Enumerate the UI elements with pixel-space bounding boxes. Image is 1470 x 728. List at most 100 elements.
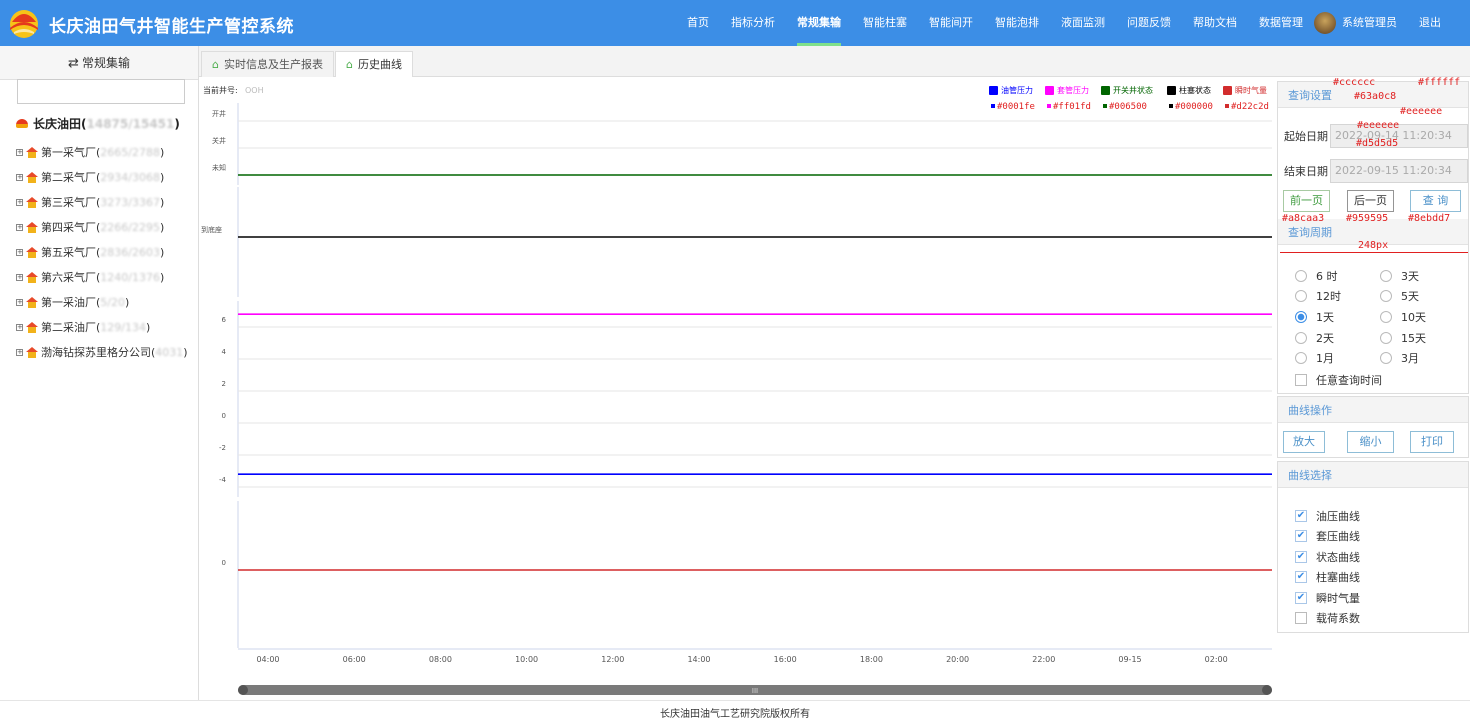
period-1m[interactable]: 1月 xyxy=(1295,350,1334,366)
expand-plus-icon[interactable]: + xyxy=(16,148,23,156)
tree-root-changqing[interactable]: 长庆油田(14875/15451) xyxy=(16,115,180,132)
next-page-button[interactable]: 后一页 xyxy=(1347,190,1394,212)
nav-smart-intermittent[interactable]: 智能间开 xyxy=(918,0,984,46)
tree-item-count: 1240/1376 xyxy=(100,270,160,284)
tree-search-input[interactable] xyxy=(17,79,185,104)
curve-plunger[interactable]: ✔ 柱塞曲线 xyxy=(1295,569,1360,585)
nav-user-admin[interactable]: 系统管理员 xyxy=(1340,0,1408,46)
radio-12h[interactable] xyxy=(1295,290,1307,302)
zoom-out-button[interactable]: 缩小 xyxy=(1347,431,1394,453)
checkbox-checked[interactable]: ✔ xyxy=(1295,551,1307,563)
end-date-label: 结束日期 xyxy=(1284,165,1328,178)
checkbox-checked[interactable]: ✔ xyxy=(1295,592,1307,604)
radio-5d[interactable] xyxy=(1380,290,1392,302)
tab-history-curve[interactable]: ⌂ 历史曲线 xyxy=(335,51,413,78)
legend-color-dot xyxy=(1103,104,1107,108)
checkbox-checked[interactable]: ✔ xyxy=(1295,530,1307,542)
tree-item[interactable]: + 第一采气厂(2665/2788) xyxy=(16,143,164,161)
zoom-in-button[interactable]: 放大 xyxy=(1283,431,1325,453)
radio-3m[interactable] xyxy=(1380,352,1392,364)
radio-1d[interactable] xyxy=(1295,311,1307,323)
x-tick-label: 06:00 xyxy=(343,655,366,664)
x-tick-label: 14:00 xyxy=(687,655,710,664)
period-15d[interactable]: 15天 xyxy=(1380,330,1426,346)
tree-item[interactable]: + 渤海钻探苏里格分公司(4031) xyxy=(16,343,188,361)
nav-level-monitor[interactable]: 液面监测 xyxy=(1050,0,1116,46)
curve-oil-pressure[interactable]: ✔ 油压曲线 xyxy=(1295,508,1360,524)
annotation-label: #959595 xyxy=(1346,213,1389,224)
curve-select-title: 曲线选择 xyxy=(1278,462,1468,488)
tree-item-close: ) xyxy=(125,295,130,309)
curve-casing-pressure[interactable]: ✔ 套压曲线 xyxy=(1295,528,1360,544)
period-12h[interactable]: 12时 xyxy=(1295,288,1341,304)
end-date-input[interactable]: 2022-09-15 11:20:34 xyxy=(1330,159,1468,183)
x-tick-label: 09-15 xyxy=(1118,655,1141,664)
tree-item-label: 第三采气厂( xyxy=(41,196,101,209)
legend-color-dot xyxy=(1047,104,1051,108)
scroll-left-handle[interactable] xyxy=(238,685,248,695)
tree-item[interactable]: + 第六采气厂(1240/1376) xyxy=(16,268,164,286)
expand-plus-icon[interactable]: + xyxy=(16,223,23,231)
nav-home[interactable]: 首页 xyxy=(676,0,720,46)
period-5d[interactable]: 5天 xyxy=(1380,288,1419,304)
custom-period-checkbox[interactable] xyxy=(1295,374,1307,386)
radio-10d[interactable] xyxy=(1380,311,1392,323)
curve-instant-gas[interactable]: ✔ 瞬时气量 xyxy=(1295,590,1360,606)
radio-3d[interactable] xyxy=(1380,270,1392,282)
end-date-row: 结束日期 2022-09-15 11:20:34 xyxy=(1284,159,1468,183)
checkbox-checked[interactable]: ✔ xyxy=(1295,510,1307,522)
tree-item[interactable]: + 第二采气厂(2934/3068) xyxy=(16,168,164,186)
expand-plus-icon[interactable]: + xyxy=(16,298,23,306)
y-tick-label: 关井 xyxy=(212,136,226,145)
nav-indicator-analysis[interactable]: 指标分析 xyxy=(720,0,786,46)
expand-plus-icon[interactable]: + xyxy=(16,248,23,256)
radio-15d[interactable] xyxy=(1380,332,1392,344)
nav-smart-foam[interactable]: 智能泡排 xyxy=(984,0,1050,46)
nav-smart-plunger[interactable]: 智能柱塞 xyxy=(852,0,918,46)
avatar[interactable] xyxy=(1314,12,1336,34)
checkbox-label: 任意查询时间 xyxy=(1316,374,1382,387)
curve-status[interactable]: ✔ 状态曲线 xyxy=(1295,549,1360,565)
scroll-right-handle[interactable] xyxy=(1262,685,1272,695)
home-icon: ⌂ xyxy=(212,58,219,71)
query-button[interactable]: 查 询 xyxy=(1410,190,1461,212)
tab-realtime-report[interactable]: ⌂ 实时信息及生产报表 xyxy=(201,51,334,77)
checkbox-label: 油压曲线 xyxy=(1316,510,1360,523)
tree-item[interactable]: + 第一采油厂(5/20) xyxy=(16,293,129,311)
expand-plus-icon[interactable]: + xyxy=(16,348,23,356)
curve-load-factor[interactable]: 载荷系数 xyxy=(1295,610,1360,626)
period-3d[interactable]: 3天 xyxy=(1380,268,1419,284)
custom-period[interactable]: 任意查询时间 xyxy=(1295,372,1382,388)
sidebar-header[interactable]: ⇄ 常规集输 xyxy=(0,46,198,80)
tree-item[interactable]: + 第五采气厂(2836/2603) xyxy=(16,243,164,261)
checkbox-unchecked[interactable] xyxy=(1295,612,1307,624)
tree-item-close: ) xyxy=(160,170,165,184)
period-3m[interactable]: 3月 xyxy=(1380,350,1419,366)
period-2d[interactable]: 2天 xyxy=(1295,330,1334,346)
house-icon xyxy=(26,146,39,158)
legend-swatch xyxy=(1045,86,1054,95)
nav-feedback[interactable]: 问题反馈 xyxy=(1116,0,1182,46)
checkbox-checked[interactable]: ✔ xyxy=(1295,571,1307,583)
nav-logout[interactable]: 退出 xyxy=(1408,0,1452,46)
expand-plus-icon[interactable]: + xyxy=(16,323,23,331)
nav-regular-gathering[interactable]: 常规集输 xyxy=(786,0,852,46)
tree-item[interactable]: + 第三采气厂(3273/3367) xyxy=(16,193,164,211)
period-1d[interactable]: 1天 xyxy=(1295,309,1334,325)
nav-help-docs[interactable]: 帮助文档 xyxy=(1182,0,1248,46)
radio-2d[interactable] xyxy=(1295,332,1307,344)
nav-data-management[interactable]: 数据管理 xyxy=(1248,0,1314,46)
expand-plus-icon[interactable]: + xyxy=(16,198,23,206)
tree-item[interactable]: + 第二采油厂(129/134) xyxy=(16,318,150,336)
expand-plus-icon[interactable]: + xyxy=(16,173,23,181)
house-icon xyxy=(26,221,39,233)
period-10d[interactable]: 10天 xyxy=(1380,309,1426,325)
radio-1m[interactable] xyxy=(1295,352,1307,364)
tree-item[interactable]: + 第四采气厂(2266/2295) xyxy=(16,218,164,236)
prev-page-button[interactable]: 前一页 xyxy=(1283,190,1330,212)
print-button[interactable]: 打印 xyxy=(1410,431,1454,453)
period-6h[interactable]: 6 时 xyxy=(1295,268,1338,284)
expand-plus-icon[interactable]: + xyxy=(16,273,23,281)
radio-6h[interactable] xyxy=(1295,270,1307,282)
x-tick-label: 08:00 xyxy=(429,655,452,664)
